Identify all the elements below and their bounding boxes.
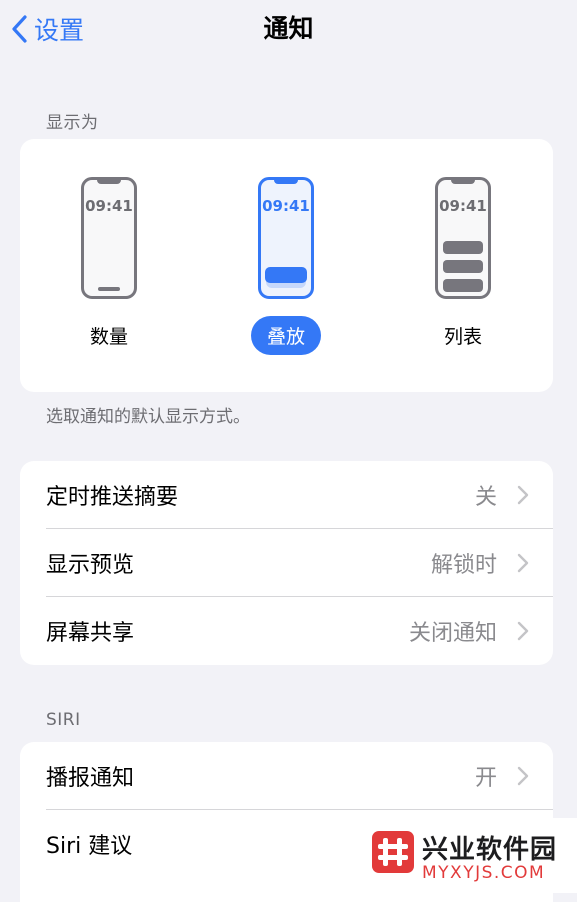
row-screen-sharing[interactable]: 屏幕共享 关闭通知 <box>20 597 553 665</box>
chevron-right-icon <box>517 553 529 573</box>
row-announce-notifications[interactable]: 播报通知 开 <box>20 742 553 810</box>
phone-stack-illustration: 09:41 <box>258 177 314 299</box>
row-label: 屏幕共享 <box>46 621 135 646</box>
page-title: 通知 <box>263 14 314 43</box>
row-label: 播报通知 <box>46 766 135 791</box>
navigation-bar: 设置 通知 <box>0 0 577 58</box>
stacked-notification-front <box>265 267 307 283</box>
option-label-count: 数量 <box>89 326 128 348</box>
phone-notch <box>97 179 121 184</box>
phone-notch <box>451 179 475 184</box>
row-show-previews[interactable]: 显示预览 解锁时 <box>20 529 553 597</box>
row-label: 定时推送摘要 <box>46 485 179 510</box>
list-notification-row <box>443 260 483 273</box>
phone-time: 09:41 <box>439 197 487 215</box>
display-style-picker: 09:41 数量 09:41 叠放 09:41 列表 <box>20 139 553 392</box>
phone-time: 09:41 <box>262 197 310 215</box>
chevron-right-icon <box>517 485 529 505</box>
chevron-right-icon <box>517 621 529 641</box>
phone-count-illustration: 09:41 <box>81 177 137 299</box>
list-notification-row <box>443 241 483 254</box>
notification-settings-group: 定时推送摘要 关 显示预览 解锁时 屏幕共享 关闭通知 <box>20 461 553 665</box>
watermark: 兴业软件园 MYXYJS.COM <box>362 818 577 893</box>
row-value: 关 <box>474 485 497 510</box>
display-option-stack[interactable]: 09:41 叠放 <box>236 177 336 355</box>
row-value: 关闭通知 <box>408 621 497 646</box>
row-label: 显示预览 <box>46 553 135 578</box>
display-option-count[interactable]: 09:41 数量 <box>59 177 159 355</box>
row-scheduled-summary[interactable]: 定时推送摘要 关 <box>20 461 553 529</box>
display-as-footer: 选取通知的默认显示方式。 <box>46 407 250 427</box>
row-value: 解锁时 <box>430 553 497 578</box>
phone-list-illustration: 09:41 <box>435 177 491 299</box>
chevron-right-icon <box>517 766 529 786</box>
phone-time: 09:41 <box>85 197 133 215</box>
hash-logo-icon <box>372 831 414 873</box>
display-as-header: 显示为 <box>46 113 99 133</box>
phone-notch <box>274 179 298 184</box>
row-label: Siri 建议 <box>46 834 133 859</box>
siri-section-header: SIRI <box>46 710 81 730</box>
count-indicator-bar <box>98 287 120 291</box>
watermark-name: 兴业软件园 <box>422 835 558 865</box>
row-value: 开 <box>474 766 497 791</box>
option-label-stack: 叠放 <box>250 316 321 355</box>
option-label-list: 列表 <box>443 326 482 348</box>
display-option-list[interactable]: 09:41 列表 <box>413 177 513 355</box>
list-notification-row <box>443 279 483 292</box>
watermark-url: MYXYJS.COM <box>422 863 546 883</box>
